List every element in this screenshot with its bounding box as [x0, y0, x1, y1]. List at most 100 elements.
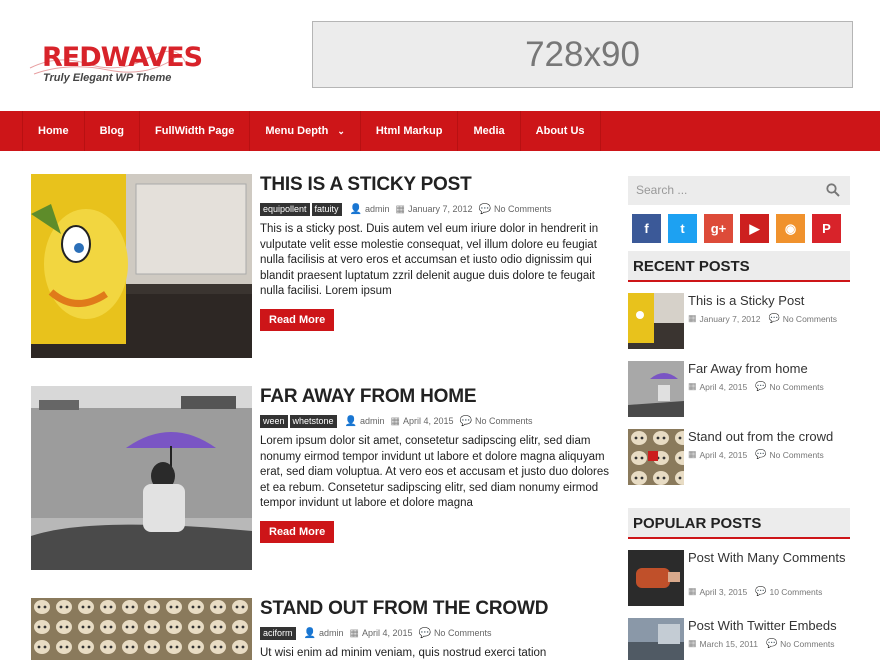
nav-label: Media: [473, 125, 505, 137]
post-author[interactable]: admin: [319, 628, 344, 638]
nav-label: FullWidth Page: [155, 125, 235, 137]
recent-post-thumbnail[interactable]: [628, 429, 684, 485]
popular-post-meta: ▦ April 3, 2015 💬 10 Comments: [688, 586, 822, 597]
post-comments[interactable]: No Comments: [434, 628, 492, 638]
post-tag[interactable]: equipollent: [260, 202, 310, 216]
youtube-icon[interactable]: ▶: [740, 214, 769, 243]
nav-item-menu-depth[interactable]: Menu Depth ⌄: [250, 111, 361, 151]
post-comments[interactable]: No Comments: [494, 204, 552, 214]
nav-label: Menu Depth: [265, 125, 329, 137]
popular-post-meta: ▦ March 15, 2011 💬 No Comments: [688, 638, 835, 649]
comments-icon: 💬: [418, 627, 431, 639]
recent-post-comments[interactable]: No Comments: [769, 382, 823, 392]
recent-post-meta: ▦ April 4, 2015 💬 No Comments: [688, 449, 824, 460]
read-more-button[interactable]: Read More: [260, 308, 335, 331]
popular-posts-title: POPULAR POSTS: [628, 508, 850, 539]
recent-post-comments[interactable]: No Comments: [769, 450, 823, 460]
chevron-down-icon: ⌄: [337, 125, 345, 136]
post-meta: aciform 👤 admin ▦ April 4, 2015 💬 No Com…: [260, 626, 610, 640]
calendar-icon: ▦: [688, 638, 697, 648]
popular-post-date: March 15, 2011: [699, 638, 758, 649]
post-excerpt: Ut wisi enim ad minim veniam, quis nostr…: [260, 647, 547, 659]
popular-post-item[interactable]: Post With Twitter Embeds ▦ March 15, 201…: [628, 618, 850, 660]
search-input[interactable]: Search ...: [636, 176, 687, 205]
calendar-icon: ▦: [688, 381, 697, 391]
google-plus-icon[interactable]: g+: [704, 214, 733, 243]
post-comments[interactable]: No Comments: [475, 416, 533, 426]
recent-post-title[interactable]: Far Away from home: [688, 361, 850, 377]
nav-item-about-us[interactable]: About Us: [521, 111, 601, 151]
post-tag[interactable]: fatuity: [311, 202, 342, 216]
recent-post-thumbnail[interactable]: [628, 361, 684, 417]
user-icon: 👤: [349, 203, 363, 215]
rss-icon[interactable]: ◉: [776, 214, 805, 243]
recent-posts-title: RECENT POSTS: [628, 251, 850, 282]
post-title[interactable]: STAND OUT FROM THE CROWD: [260, 598, 610, 620]
user-icon: 👤: [303, 627, 316, 639]
recent-post-item[interactable]: This is a Sticky Post ▦ January 7, 2012 …: [628, 293, 850, 351]
popular-post-title[interactable]: Post With Many Comments: [688, 550, 850, 566]
popular-post-thumbnail[interactable]: [628, 550, 684, 606]
recent-post-meta: ▦ January 7, 2012 💬 No Comments: [688, 313, 837, 324]
comments-icon: 💬: [755, 449, 767, 459]
post-date: January 7, 2012: [407, 204, 473, 214]
recent-post-date: April 4, 2015: [699, 381, 748, 392]
post-title[interactable]: THIS IS A STICKY POST: [260, 174, 610, 196]
recent-post-comments[interactable]: No Comments: [783, 314, 837, 324]
calendar-icon: ▦: [395, 203, 405, 215]
recent-post-title[interactable]: Stand out from the crowd: [688, 429, 850, 445]
nav-item-html-markup[interactable]: Html Markup: [361, 111, 459, 151]
comments-icon: 💬: [478, 203, 491, 215]
recent-post-thumbnail[interactable]: [628, 293, 684, 349]
social-icons: f t g+ ▶ ◉ P: [632, 214, 841, 243]
nav-label: Html Markup: [375, 125, 443, 137]
ad-size-label: 728x90: [525, 34, 640, 74]
post-thumbnail[interactable]: [31, 174, 252, 358]
calendar-icon: ▦: [688, 313, 697, 323]
recent-post-date: January 7, 2012: [699, 313, 761, 324]
nav-item-home[interactable]: Home: [23, 111, 85, 151]
header-ad-banner[interactable]: 728x90: [312, 21, 853, 88]
popular-post-date: April 3, 2015: [699, 586, 748, 597]
post-thumbnail[interactable]: [31, 386, 252, 570]
post-author[interactable]: admin: [360, 416, 385, 426]
read-more-button[interactable]: Read More: [260, 520, 335, 543]
recent-post-item[interactable]: Stand out from the crowd ▦ April 4, 2015…: [628, 429, 850, 487]
post-date: April 4, 2015: [361, 628, 413, 638]
popular-post-item[interactable]: Post With Many Comments ▦ April 3, 2015 …: [628, 550, 850, 608]
post-tag[interactable]: ween: [260, 414, 288, 428]
nav-label: Home: [38, 125, 69, 137]
calendar-icon: ▦: [688, 586, 697, 596]
popular-post-thumbnail[interactable]: [628, 618, 684, 660]
twitter-icon[interactable]: t: [668, 214, 697, 243]
post-thumbnail[interactable]: [31, 598, 252, 660]
logo-text: REDWAVES: [42, 42, 203, 73]
recent-post-item[interactable]: Far Away from home ▦ April 4, 2015 💬 No …: [628, 361, 850, 419]
comments-icon: 💬: [459, 415, 472, 427]
calendar-icon: ▦: [688, 449, 697, 459]
nav-item-blog[interactable]: Blog: [85, 111, 141, 151]
post-excerpt: Lorem ipsum dolor sit amet, consetetur s…: [260, 435, 610, 509]
pinterest-icon[interactable]: P: [812, 214, 841, 243]
post-date: April 4, 2015: [402, 416, 454, 426]
comments-icon: 💬: [768, 313, 780, 323]
search-icon[interactable]: [826, 183, 840, 197]
main-navigation: Home Blog FullWidth Page Menu Depth ⌄ Htm…: [0, 111, 880, 151]
comments-icon: 💬: [755, 381, 767, 391]
popular-post-title[interactable]: Post With Twitter Embeds: [688, 618, 850, 634]
calendar-icon: ▦: [390, 415, 400, 427]
recent-post-meta: ▦ April 4, 2015 💬 No Comments: [688, 381, 824, 392]
popular-post-comments[interactable]: 10 Comments: [769, 587, 822, 597]
comments-icon: 💬: [765, 638, 778, 648]
popular-post-comments[interactable]: No Comments: [780, 639, 834, 649]
nav-item-media[interactable]: Media: [458, 111, 521, 151]
post-tag[interactable]: aciform: [260, 626, 296, 640]
facebook-icon[interactable]: f: [632, 214, 661, 243]
post-tag[interactable]: whetstone: [289, 414, 337, 428]
comments-icon: 💬: [755, 586, 767, 596]
site-logo[interactable]: REDWAVES Truly Elegant WP Theme: [28, 34, 203, 94]
nav-item-fullwidth-page[interactable]: FullWidth Page: [140, 111, 251, 151]
post-author[interactable]: admin: [365, 204, 390, 214]
recent-post-title[interactable]: This is a Sticky Post: [688, 293, 850, 309]
post-title[interactable]: FAR AWAY FROM HOME: [260, 386, 610, 408]
